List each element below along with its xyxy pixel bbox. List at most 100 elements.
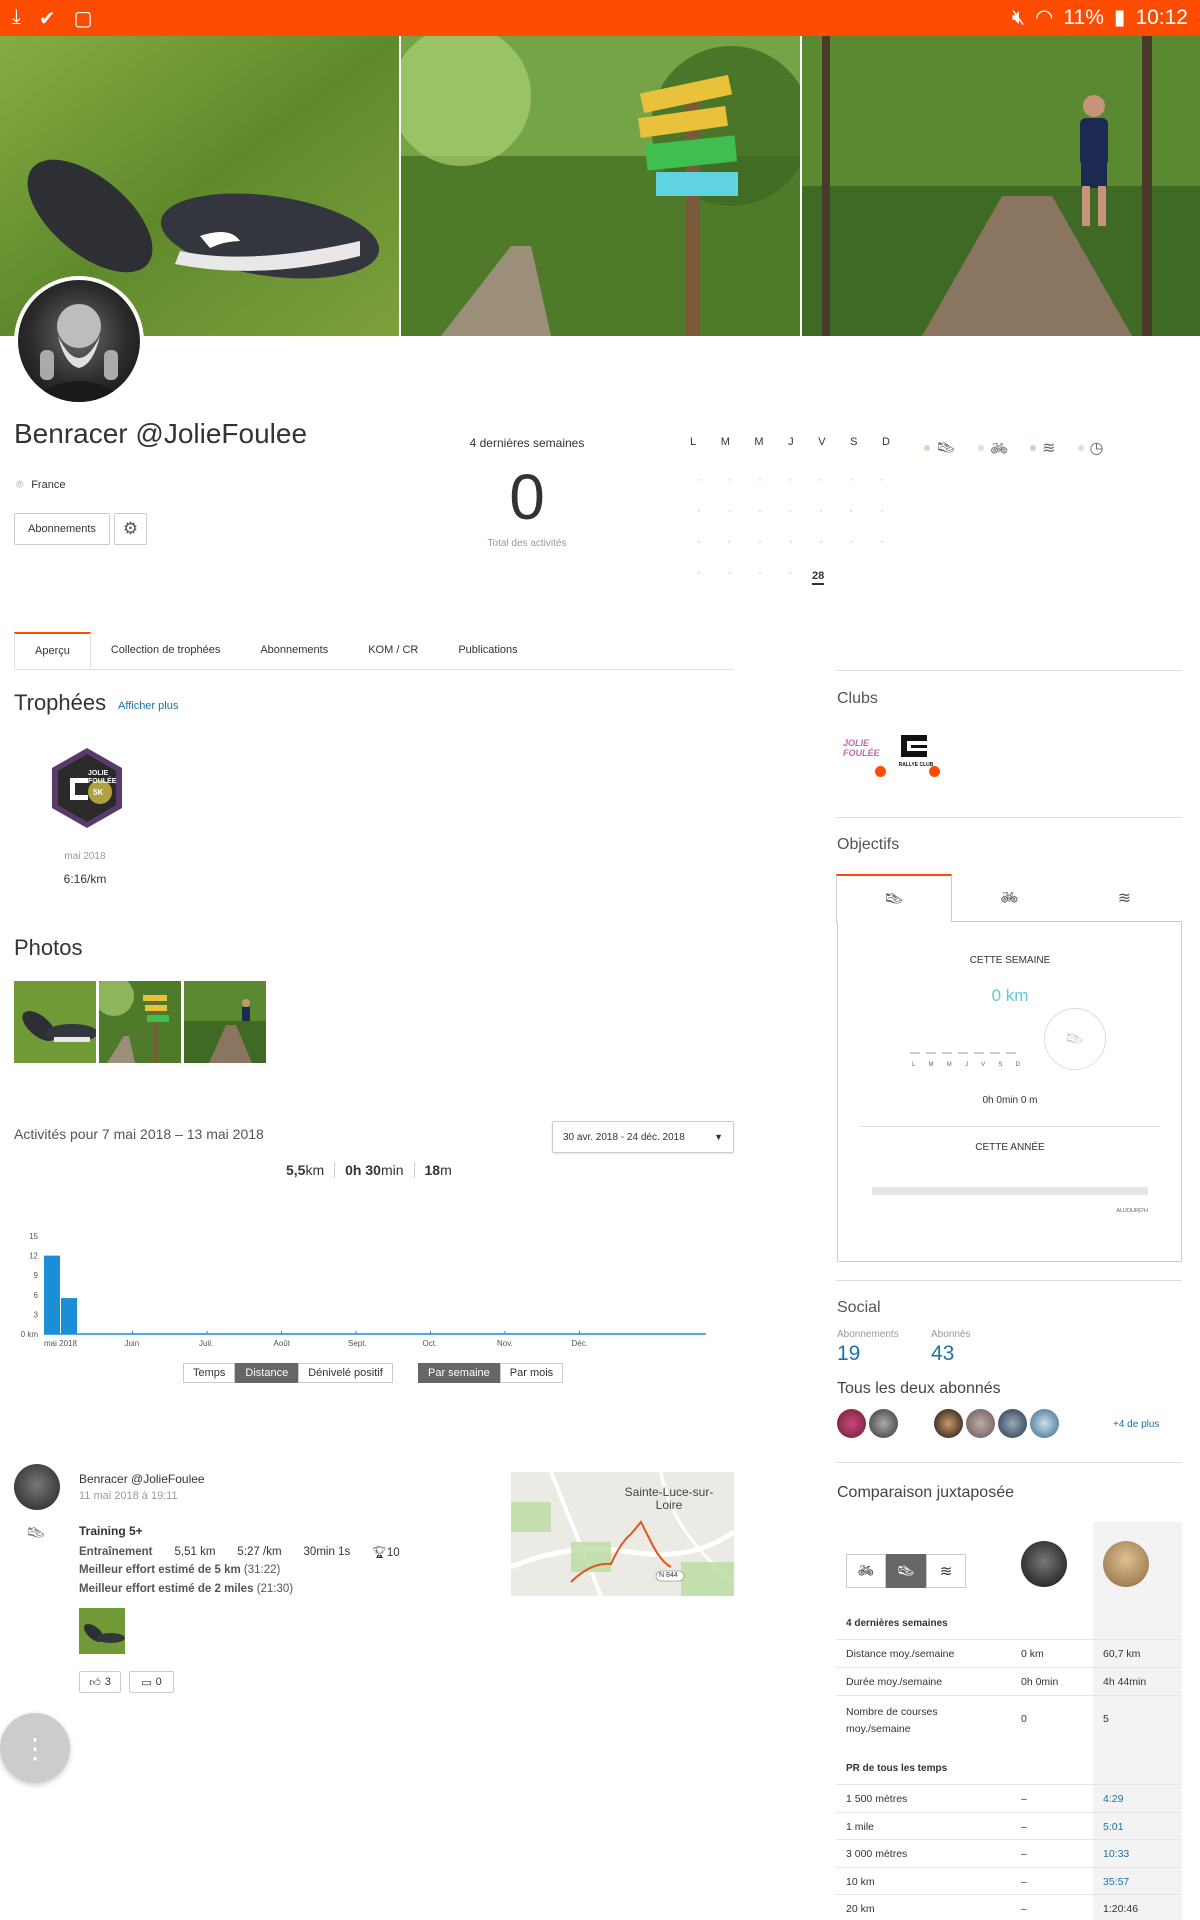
comparison-row: 20 km –1:20:46 [836, 1894, 1180, 1920]
date-range-value: 30 avr. 2018 - 24 déc. 2018 [563, 1131, 685, 1143]
goals-this-week: CETTE SEMAINE [969, 955, 1051, 966]
swim-icon: ≋ [939, 1563, 953, 1580]
mutual-avatars [837, 1409, 1059, 1438]
comparison-row: 10 km –35:57 [836, 1867, 1180, 1895]
comment-button[interactable]: ▭ 0 [129, 1671, 174, 1693]
avatar[interactable] [869, 1409, 898, 1438]
filter-run[interactable]: 👟︎ [924, 438, 956, 458]
metric-time-button[interactable]: Temps [183, 1363, 236, 1383]
calendar-day-dot: · [819, 472, 823, 486]
cover-photo-signpost[interactable] [401, 36, 800, 336]
feed-avatar[interactable] [14, 1464, 60, 1510]
cover-photo-runner[interactable] [802, 36, 1200, 336]
filter-ride[interactable]: 🚲︎ [978, 440, 1008, 457]
tab-trophy-collection[interactable]: Collection de trophées [91, 632, 240, 668]
avatar[interactable] [966, 1409, 995, 1438]
trophies-more-link[interactable]: Afficher plus [118, 700, 178, 712]
feed-athlete[interactable]: Benracer @JolieFoulee [79, 1472, 205, 1486]
feed-activity-title[interactable]: Training 5+ [79, 1524, 143, 1538]
divider [836, 1462, 1182, 1463]
calendar-day-dot: · [758, 472, 762, 486]
thumbs-up-icon: 👍︎ [89, 1676, 101, 1689]
profile-name: Benracer @JolieFoulee [14, 418, 308, 449]
tab-kom-cr[interactable]: KOM / CR [348, 632, 438, 668]
shoe-icon: 👟︎ [26, 1525, 47, 1542]
goals-tab-ride[interactable]: 🚲︎ [952, 874, 1067, 921]
metric-distance-button[interactable]: Distance [235, 1363, 299, 1383]
week-distance: 5,5km [286, 1162, 336, 1178]
photo-thumbnail[interactable] [14, 981, 96, 1063]
comparison-row: Distance moy./semaine 0 km 60,7 km [836, 1639, 1180, 1667]
week-stats: 5,5km 0h 30min 18m [286, 1162, 452, 1178]
activities-heading: Activités pour 7 mai 2018 – 13 mai 2018 [14, 1126, 264, 1142]
x-tick-label: Juin [124, 1339, 139, 1348]
compare-swim-button[interactable]: ≋ [926, 1554, 966, 1588]
tab-overview[interactable]: Aperçu [14, 632, 91, 668]
settings-button[interactable]: ⚙ [114, 513, 147, 545]
calendar-day-dot: · [758, 503, 762, 517]
followers-label: Abonnés [931, 1329, 971, 1340]
kudos-button[interactable]: 👍︎ 3 [79, 1671, 121, 1693]
week-elevation: 18m [424, 1162, 452, 1178]
filter-other[interactable]: ◷ [1077, 438, 1104, 458]
compare-athlete-avatar[interactable] [1103, 1541, 1149, 1587]
feed-map[interactable]: Sainte-Luce-sur-Loire N 844 [511, 1472, 734, 1596]
photo-thumbnail[interactable] [99, 981, 181, 1063]
trophy-date: mai 2018 [64, 851, 106, 862]
avatar[interactable] [934, 1409, 963, 1438]
date-range-select[interactable]: 30 avr. 2018 - 24 déc. 2018 ▼ [552, 1121, 734, 1153]
avatar[interactable] [998, 1409, 1027, 1438]
location-text: France [31, 478, 66, 491]
activity-chart: 15 12 9 6 3 0 km mai 2018 Juin Juil. Août Sept. Oct… [21, 1232, 706, 1348]
calendar-today[interactable]: 28 [812, 570, 825, 585]
follow-button[interactable]: Abonnements [14, 513, 110, 545]
feed-date: 11 mai 2018 à 19:11 [79, 1490, 178, 1502]
calendar-day-dot: · [819, 503, 823, 517]
compare-run-button[interactable]: 👟︎ [886, 1554, 926, 1588]
x-tick-label: Nov. [497, 1339, 513, 1348]
avatar[interactable] [1030, 1409, 1059, 1438]
other-dot-icon [1077, 445, 1084, 451]
compare-my-avatar[interactable] [1021, 1541, 1067, 1587]
location-pin-icon: ⌾ [16, 477, 24, 491]
download-icon: ⤓ [12, 6, 21, 28]
divider [836, 1280, 1182, 1281]
goals-tab-swim[interactable]: ≋ [1067, 874, 1182, 921]
more-mutual-link[interactable]: +4 de plus [1113, 1419, 1159, 1430]
photo-thumbnail[interactable] [184, 981, 266, 1063]
tab-following[interactable]: Abonnements [240, 632, 348, 668]
chart-bar [61, 1298, 77, 1334]
trophy-pace: 6:16/km [63, 872, 107, 886]
calendar-day-dot: · [788, 565, 793, 579]
goals-tab-run[interactable]: 👟︎ [836, 874, 952, 922]
caret-down-icon: ▼ [714, 1132, 723, 1142]
kudos-count: 3 [104, 1676, 111, 1688]
club-logo-jolie-foulee[interactable]: JOLIE FOULÉE [839, 730, 886, 777]
comparison-row: Nombre de courses moy./semaine 0 5 [836, 1695, 1180, 1741]
clock-icon: ◷ [1089, 440, 1104, 457]
more-options-button[interactable]: ⋮ [0, 1713, 70, 1783]
compare-ride-button[interactable]: 🚲︎ [846, 1554, 886, 1588]
followers-count[interactable]: 43 [931, 1342, 954, 1366]
verified-badge-icon [875, 766, 886, 777]
club-logo-rallye-club[interactable]: RALLYE CLUB [893, 730, 940, 777]
calendar-day-dot: · [727, 534, 732, 548]
profile-avatar[interactable] [14, 276, 144, 406]
wifi-icon: ◠ [1035, 6, 1054, 29]
metric-elevation-button[interactable]: Dénivelé positif [298, 1363, 393, 1383]
strava-notification-icon: ✔ [38, 8, 56, 30]
trophy-badge[interactable]: JOLIE FOULÉE 5K [48, 746, 126, 830]
mutual-heading: Tous les deux abonnés [837, 1380, 1001, 1397]
goals-heading: Objectifs [837, 836, 900, 853]
feed-photo[interactable] [79, 1608, 125, 1654]
avatar[interactable] [837, 1409, 866, 1438]
weeks-heading: 4 dernières semaines [469, 436, 585, 450]
period-week-button[interactable]: Par semaine [418, 1363, 500, 1383]
following-count[interactable]: 19 [837, 1342, 860, 1366]
tab-posts[interactable]: Publications [438, 632, 537, 668]
filter-swim[interactable]: ≋ [1030, 438, 1056, 458]
shoe-icon: 👟︎ [883, 891, 905, 908]
run-dot-icon [924, 445, 930, 451]
badge-text: JOLIE FOULÉE [88, 770, 117, 785]
period-month-button[interactable]: Par mois [499, 1363, 564, 1383]
